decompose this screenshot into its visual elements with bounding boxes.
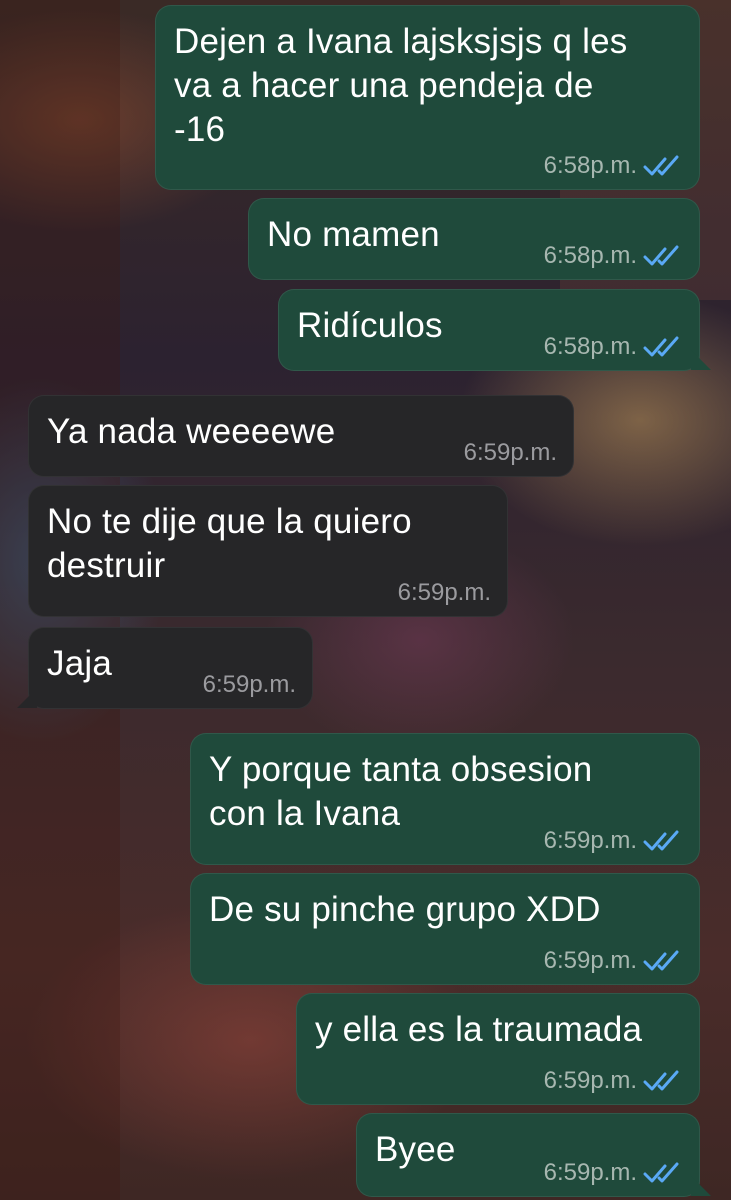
message-text: Dejen a Ivana lajsksjsjs q les va a hace… (174, 22, 628, 149)
double-check-icon (643, 245, 679, 266)
double-check-icon (643, 1162, 679, 1183)
message-bubble[interactable]: y ella es la traumada 6:59p.m. (296, 993, 700, 1105)
message-meta: 6:58p.m. (544, 334, 683, 360)
double-check-icon (643, 950, 679, 971)
message-time: 6:59p.m. (543, 947, 637, 974)
double-check-icon (643, 155, 679, 176)
double-check-icon (643, 830, 679, 851)
message-meta: 6:59p.m. (544, 948, 683, 974)
message-list[interactable]: Dejen a Ivana lajsksjsjs q les va a hace… (0, 0, 731, 1200)
message-time: 6:59p.m. (543, 1067, 637, 1094)
message-bubble[interactable]: Dejen a Ivana lajsksjsjs q les va a hace… (155, 5, 700, 190)
message-time: 6:59p.m. (543, 1159, 637, 1186)
double-check-icon (643, 1070, 679, 1091)
message-meta: 6:59p.m. (544, 828, 683, 854)
message-text: y ella es la traumada (315, 1010, 643, 1049)
message-meta: 6:59p.m. (203, 672, 296, 698)
message-bubble[interactable]: Jaja 6:59p.m. (28, 627, 313, 709)
message-meta: 6:59p.m. (544, 1160, 683, 1186)
message-bubble[interactable]: No te dije que la quiero destruir 6:59p.… (28, 485, 508, 617)
message-bubble[interactable]: No mamen 6:58p.m. (248, 198, 700, 280)
message-meta: 6:59p.m. (398, 580, 491, 606)
double-check-icon (643, 336, 679, 357)
message-meta: 6:59p.m. (464, 440, 557, 466)
message-bubble[interactable]: Y porque tanta obsesion con la Ivana 6:5… (190, 733, 700, 865)
message-bubble[interactable]: Byee 6:59p.m. (356, 1113, 700, 1197)
message-time: 6:58p.m. (543, 333, 637, 360)
message-time: 6:59p.m. (202, 671, 296, 698)
message-text: No te dije que la quiero destruir (47, 502, 412, 585)
message-meta: 6:58p.m. (544, 153, 683, 179)
message-bubble[interactable]: Ya nada weeeewe 6:59p.m. (28, 395, 574, 477)
message-time: 6:58p.m. (543, 152, 637, 179)
message-time: 6:59p.m. (463, 439, 557, 466)
message-bubble[interactable]: De su pinche grupo XDD 6:59p.m. (190, 873, 700, 985)
message-meta: 6:59p.m. (544, 1068, 683, 1094)
message-time: 6:59p.m. (397, 579, 491, 606)
message-meta: 6:58p.m. (544, 243, 683, 269)
message-bubble[interactable]: Ridículos 6:58p.m. (278, 289, 700, 371)
message-text: De su pinche grupo XDD (209, 890, 601, 929)
message-time: 6:59p.m. (543, 827, 637, 854)
message-time: 6:58p.m. (543, 242, 637, 269)
message-text: Y porque tanta obsesion con la Ivana (209, 750, 593, 833)
